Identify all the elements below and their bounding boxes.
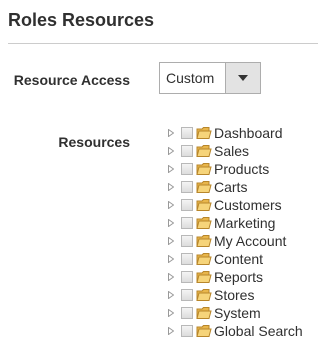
triangle-down-icon: [238, 75, 248, 81]
expand-toggle[interactable]: [164, 234, 178, 248]
tree-node: My Account: [164, 232, 303, 250]
expand-toggle[interactable]: [164, 306, 178, 320]
expand-toggle[interactable]: [164, 198, 178, 212]
folder-icon: [196, 252, 212, 266]
tree-node: Reports: [164, 268, 303, 286]
tree-node: Carts: [164, 178, 303, 196]
node-checkbox[interactable]: [181, 271, 193, 283]
node-checkbox[interactable]: [181, 199, 193, 211]
tree-node: Marketing: [164, 214, 303, 232]
triangle-right-icon: [168, 183, 174, 191]
tree-node-label[interactable]: Stores: [214, 287, 254, 303]
expand-toggle[interactable]: [164, 180, 178, 194]
tree-node: Dashboard: [164, 124, 303, 142]
tree-node: Stores: [164, 286, 303, 304]
folder-icon: [196, 306, 212, 320]
expand-toggle[interactable]: [164, 162, 178, 176]
triangle-right-icon: [168, 309, 174, 317]
folder-icon: [196, 198, 212, 212]
tree-node: Products: [164, 160, 303, 178]
expand-toggle[interactable]: [164, 216, 178, 230]
tree-node-label[interactable]: System: [214, 305, 261, 321]
folder-icon: [196, 162, 212, 176]
tree-node-label[interactable]: Global Search: [214, 323, 303, 339]
dropdown-toggle[interactable]: [225, 63, 260, 93]
expand-toggle[interactable]: [164, 252, 178, 266]
section-title: Roles Resources: [8, 10, 155, 30]
tree-node-label[interactable]: My Account: [214, 233, 286, 249]
tree-node-label[interactable]: Content: [214, 251, 263, 267]
node-checkbox[interactable]: [181, 145, 193, 157]
tree-node: Sales: [164, 142, 303, 160]
expand-toggle[interactable]: [164, 270, 178, 284]
triangle-right-icon: [168, 147, 174, 155]
tree-node-label[interactable]: Products: [214, 161, 269, 177]
folder-icon: [196, 144, 212, 158]
expand-toggle[interactable]: [164, 324, 178, 338]
folder-icon: [196, 270, 212, 284]
folder-icon: [196, 288, 212, 302]
tree-node: Customers: [164, 196, 303, 214]
resource-access-label: Resource Access: [13, 72, 130, 88]
triangle-right-icon: [168, 201, 174, 209]
resource-access-select[interactable]: Custom: [159, 62, 261, 94]
expand-toggle[interactable]: [164, 126, 178, 140]
triangle-right-icon: [168, 291, 174, 299]
tree-node-label[interactable]: Sales: [214, 143, 249, 159]
node-checkbox[interactable]: [181, 289, 193, 301]
folder-icon: [196, 234, 212, 248]
resource-access-value: Custom: [166, 70, 215, 86]
node-checkbox[interactable]: [181, 325, 193, 337]
folder-icon: [196, 216, 212, 230]
folder-icon: [196, 180, 212, 194]
node-checkbox[interactable]: [181, 181, 193, 193]
tree-node-label[interactable]: Customers: [214, 197, 282, 213]
triangle-right-icon: [168, 273, 174, 281]
folder-icon: [196, 324, 212, 338]
node-checkbox[interactable]: [181, 163, 193, 175]
node-checkbox[interactable]: [181, 217, 193, 229]
triangle-right-icon: [168, 129, 174, 137]
resources-tree: Dashboard Sales Products Carts Customers…: [164, 124, 303, 340]
folder-icon: [196, 126, 212, 140]
node-checkbox[interactable]: [181, 127, 193, 139]
triangle-right-icon: [168, 255, 174, 263]
expand-toggle[interactable]: [164, 288, 178, 302]
tree-node-label[interactable]: Reports: [214, 269, 263, 285]
section-divider: [8, 43, 318, 44]
node-checkbox[interactable]: [181, 307, 193, 319]
expand-toggle[interactable]: [164, 144, 178, 158]
tree-node: System: [164, 304, 303, 322]
triangle-right-icon: [168, 237, 174, 245]
triangle-right-icon: [168, 219, 174, 227]
tree-node-label[interactable]: Marketing: [214, 215, 275, 231]
node-checkbox[interactable]: [181, 235, 193, 247]
node-checkbox[interactable]: [181, 253, 193, 265]
tree-node-label[interactable]: Carts: [214, 179, 247, 195]
triangle-right-icon: [168, 165, 174, 173]
triangle-right-icon: [168, 327, 174, 335]
tree-node: Content: [164, 250, 303, 268]
tree-node-label[interactable]: Dashboard: [214, 125, 283, 141]
tree-node: Global Search: [164, 322, 303, 340]
resources-label: Resources: [58, 134, 130, 150]
